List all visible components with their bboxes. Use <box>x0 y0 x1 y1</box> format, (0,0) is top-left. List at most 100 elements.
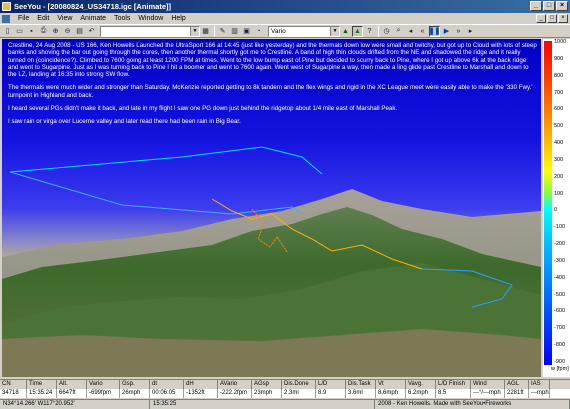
scale-tick-label: -800 <box>554 342 566 349</box>
column-header[interactable]: AVario <box>218 380 252 389</box>
settings-icon[interactable]: ✎ <box>217 26 228 37</box>
photo-icon[interactable]: ▣ <box>241 26 252 37</box>
parameter-select[interactable]: Vario ▼ <box>268 25 340 37</box>
menu-edit[interactable]: Edit <box>33 15 53 22</box>
minimize-button[interactable]: _ <box>530 1 542 11</box>
data-grid-row[interactable]: 34718 15:35:24 6647ft -699fpm 26mph 00:06:05-… <box>0 389 570 398</box>
column-header[interactable]: AGsp <box>252 380 282 389</box>
menu-animate[interactable]: Animate <box>76 15 110 22</box>
flight-list-icon[interactable]: ▦ <box>200 26 211 37</box>
close-button[interactable]: × <box>556 1 568 11</box>
rewind-icon[interactable]: « <box>417 26 428 37</box>
document-icon[interactable] <box>2 14 10 23</box>
grid-cell: -1352ft <box>184 389 218 398</box>
scale-tick-label: 800 <box>554 72 564 79</box>
status-credit: 2008 - Ken Howells. Made with SeeYou•Fir… <box>375 400 570 409</box>
mdi-close-button[interactable]: × <box>558 14 568 23</box>
open-folder-icon[interactable]: ▭ <box>14 26 25 37</box>
status-coordinates: N34°14.266' W117°20.952' <box>0 400 150 409</box>
scale-tick-label: -400 <box>554 274 566 281</box>
scale-tick-label: 100 <box>554 190 564 197</box>
scale-tick-label: 500 <box>554 123 564 130</box>
mdi-minimize-button[interactable]: _ <box>536 14 546 23</box>
scale-tick-label: 1000 <box>554 39 567 45</box>
flight-select[interactable]: ▼ <box>100 25 200 37</box>
column-header[interactable]: Vt <box>376 380 406 389</box>
new-file-icon[interactable]: ▯ <box>2 26 13 37</box>
pause-icon[interactable]: ❚❚ <box>429 25 440 37</box>
data-grid-header: CN Time Alt. Vario Gsp. dt dH AVario AGsp Dis.Don… <box>0 379 570 389</box>
timer-icon[interactable]: ◷ <box>381 26 392 37</box>
column-header[interactable]: IAS <box>529 380 550 389</box>
help-icon[interactable]: ? <box>364 26 375 37</box>
scale-tick-label: 700 <box>554 89 564 96</box>
maximize-button[interactable]: □ <box>543 1 555 11</box>
zoom-out-icon[interactable]: ⊖ <box>62 26 73 37</box>
menu-file[interactable]: File <box>14 15 33 22</box>
column-header[interactable]: L/D Finish <box>436 380 471 389</box>
menu-window[interactable]: Window <box>134 15 167 22</box>
grid-cell: 2281ft <box>505 389 529 398</box>
column-header[interactable]: L/D <box>316 380 346 389</box>
grid-cell: 23mph <box>252 389 282 398</box>
menu-help[interactable]: Help <box>167 15 189 22</box>
undo-icon[interactable]: ↶ <box>86 26 97 37</box>
column-header[interactable]: Alt. <box>57 380 87 389</box>
step-back-icon[interactable]: ◂ <box>405 26 416 37</box>
grid-cell: 15:35:24 <box>27 389 57 398</box>
scale-tick-label: -300 <box>554 257 566 264</box>
terrain-view-icon[interactable]: ▲ <box>352 25 363 37</box>
scale-tick-label: -600 <box>554 308 566 315</box>
flight-note-paragraph: I heard several PGs didn't make it back,… <box>8 105 398 113</box>
column-header[interactable]: CN <box>0 380 27 389</box>
grid-cell: 8.6mph <box>376 389 406 398</box>
grid-cell: 2.3ml <box>282 389 316 398</box>
seeyou-app-icon <box>2 2 11 11</box>
chevron-down-icon: ▼ <box>190 26 199 36</box>
menu-view[interactable]: View <box>53 15 76 22</box>
scale-tick-label: -200 <box>554 241 566 248</box>
stopwatch-icon[interactable]: ◔ <box>253 26 264 37</box>
grid-cell: ---mph <box>531 389 550 398</box>
scale-tick-label: -500 <box>554 291 566 298</box>
grid-cell: 26mph <box>120 389 150 398</box>
flight-note-paragraph: I saw rain or virga over Lucerne valley … <box>8 118 241 126</box>
fast-forward-icon[interactable]: » <box>453 26 464 37</box>
grid-cell: 00:06:05 <box>150 389 184 398</box>
grid-cell: 3.6ml <box>346 389 376 398</box>
column-header[interactable]: dt <box>150 380 184 389</box>
window-title: SeeYou - [20080824_US34718.igc [Animate]… <box>14 2 172 11</box>
grid-cell: 8.5 <box>436 389 471 398</box>
grid-cell: 6.2mph <box>406 389 436 398</box>
scale-tick-label: -900 <box>554 359 566 365</box>
scale-tick-label: 600 <box>554 106 564 113</box>
column-header[interactable]: dH <box>184 380 218 389</box>
3d-view-icon[interactable]: ▲ <box>340 26 351 37</box>
window-titlebar: SeeYou - [20080824_US34718.igc [Animate]… <box>0 0 570 13</box>
column-header[interactable]: Dis.Done <box>282 380 316 389</box>
scale-unit: w [fpm] <box>551 366 569 372</box>
zoom-icon[interactable]: ⌕ <box>393 26 404 37</box>
grid-cell: 34718 <box>0 389 27 398</box>
zoom-in-icon[interactable]: ⊕ <box>50 26 61 37</box>
column-header[interactable]: Vario <box>87 380 120 389</box>
chart-icon[interactable]: ▥ <box>229 26 240 37</box>
column-header[interactable]: Gsp. <box>120 380 150 389</box>
column-header[interactable]: Dis.Task <box>346 380 376 389</box>
column-header[interactable]: Wind <box>471 380 505 389</box>
grid-cell: 6647ft <box>57 389 87 398</box>
mdi-restore-button[interactable]: □ <box>547 14 557 23</box>
grid-cell: -222.2fpm <box>218 389 252 398</box>
menu-tools[interactable]: Tools <box>110 15 134 22</box>
3d-flight-view[interactable]: Crestline, 24 Aug 2008 - US 166, Ken How… <box>2 39 541 377</box>
save-icon[interactable]: ▪ <box>26 26 37 37</box>
column-header[interactable]: AGL <box>505 380 529 389</box>
column-header[interactable]: Time <box>27 380 57 389</box>
paste-icon[interactable]: ▤ <box>74 26 85 37</box>
column-header[interactable]: Vavg. <box>406 380 436 389</box>
scale-tick-label: -700 <box>554 325 566 332</box>
scale-tick-label: 400 <box>554 140 564 147</box>
step-forward-icon[interactable]: ▸ <box>465 26 476 37</box>
play-icon[interactable]: ▶ <box>441 26 452 37</box>
print-icon[interactable]: ⎙ <box>38 26 49 37</box>
